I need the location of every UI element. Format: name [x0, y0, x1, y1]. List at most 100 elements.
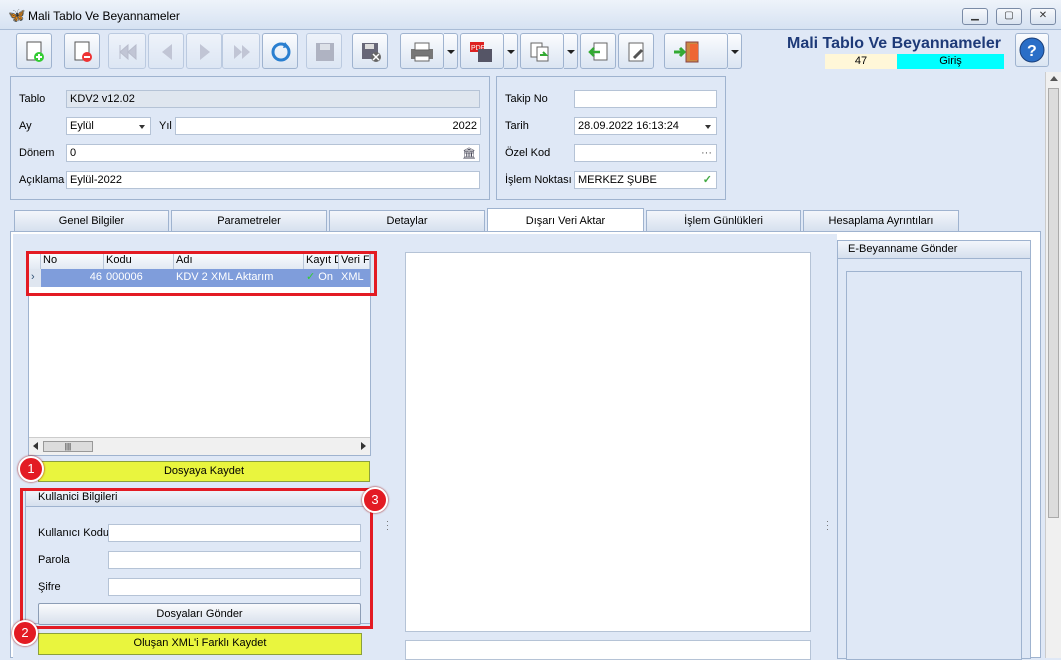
print-button[interactable] [400, 33, 444, 69]
tarih-value: 28.09.2022 16:13:24 [578, 120, 679, 132]
ay-value: Eylül [70, 120, 94, 132]
ozel-field[interactable]: ··· [574, 144, 717, 162]
scroll-left-icon[interactable] [33, 442, 38, 450]
preview-pane [395, 234, 831, 660]
grid-horizontal-scrollbar[interactable]: ||| [29, 437, 370, 455]
tab-disari-veri-aktar[interactable]: Dışarı Veri Aktar [487, 208, 644, 232]
import-button[interactable] [580, 33, 616, 69]
tarih-field[interactable]: 28.09.2022 16:13:24 [574, 117, 717, 135]
export-pdf-dropdown[interactable] [504, 33, 518, 69]
yil-field[interactable]: 2022 [175, 117, 481, 135]
tab-genel-bilgiler[interactable]: Genel Bilgiler [14, 210, 169, 231]
tablo-field: KDV2 v12.02 [66, 90, 480, 108]
takip-label: Takip No [505, 93, 548, 105]
maximize-button[interactable]: ▢ [996, 8, 1022, 25]
wrench-document-icon [628, 42, 644, 62]
cancel-save-button[interactable] [352, 33, 388, 69]
refresh-button[interactable] [262, 33, 298, 69]
new-document-button[interactable] [16, 33, 52, 69]
xml-preview-footer [405, 640, 811, 660]
aciklama-label: Açıklama [19, 174, 65, 186]
tarih-label: Tarih [505, 120, 529, 132]
splitter-grip-icon: · · · [386, 516, 389, 534]
close-button[interactable]: ✕ [1030, 8, 1056, 25]
refresh-icon [271, 42, 291, 62]
aciklama-field[interactable]: Eylül-2022 [66, 171, 480, 189]
help-icon: ? [1019, 37, 1045, 63]
donem-value: 0 [70, 147, 77, 159]
e-beyanname-title: E-Beyanname Gönder [838, 241, 1030, 259]
main-scrollbar[interactable] [1045, 72, 1061, 658]
islem-field[interactable]: MERKEZ ŞUBE ✓ [574, 171, 717, 189]
next-record-button[interactable] [186, 33, 222, 69]
bank-icon[interactable]: 🏛 [462, 146, 476, 161]
export-list-pane: No Kodu Adı Kayıt D Veri F › 46 000006 K… [13, 234, 385, 659]
yil-label: Yıl [159, 120, 172, 132]
tab-parametreler[interactable]: Parametreler [171, 210, 327, 231]
chevron-down-icon [705, 125, 711, 129]
settings-button[interactable] [618, 33, 654, 69]
tab-hesaplama-ayrintilari[interactable]: Hesaplama Ayrıntıları [803, 210, 959, 231]
e-beyanname-group: E-Beyanname Gönder [837, 240, 1031, 660]
cancel-save-icon [362, 43, 381, 62]
page-title: Mali Tablo Ve Beyannameler [786, 35, 1001, 52]
copy-button[interactable] [520, 33, 564, 69]
takip-field[interactable] [574, 90, 717, 108]
copy-dropdown[interactable] [564, 33, 578, 69]
ay-select[interactable]: Eylül [66, 117, 151, 135]
copy-icon [530, 42, 549, 62]
islem-label: İşlem Noktası [505, 174, 572, 186]
header-form-panel: Tablo KDV2 v12.02 Ay Eylül Yıl 2022 Döne… [10, 76, 490, 200]
last-record-icon [234, 45, 250, 59]
delete-document-button[interactable] [64, 33, 100, 69]
import-icon [588, 42, 608, 61]
scroll-thumb[interactable]: ||| [43, 441, 93, 452]
splitter-left[interactable]: · · · [385, 234, 395, 659]
exit-door-icon [674, 41, 699, 63]
first-record-button[interactable] [108, 33, 146, 69]
donem-label: Dönem [19, 147, 55, 159]
printer-icon [411, 42, 433, 62]
window-title: Mali Tablo Ve Beyannameler [28, 9, 180, 23]
donem-field[interactable]: 0 🏛 [66, 144, 480, 162]
scroll-up-icon [1050, 76, 1058, 81]
record-number: 47 [825, 54, 897, 69]
export-pdf-button[interactable]: PDF [460, 33, 504, 69]
highlight-box-kullanici [20, 488, 373, 629]
tracking-form-panel: Takip No Tarih 28.09.2022 16:13:24 Özel … [496, 76, 726, 200]
butterfly-icon: 🦋 [8, 7, 26, 23]
ellipsis-icon[interactable]: ··· [701, 145, 712, 161]
highlight-box-grid [26, 251, 377, 296]
delete-document-icon [74, 41, 92, 62]
exit-button[interactable] [664, 33, 728, 69]
help-button[interactable]: ? [1015, 33, 1049, 67]
tab-content: No Kodu Adı Kayıt D Veri F › 46 000006 K… [10, 231, 1041, 660]
splitter-right[interactable]: · · · [823, 234, 837, 659]
save-button[interactable] [306, 33, 342, 69]
xml-preview [405, 252, 811, 632]
minimize-button[interactable]: ▁ [962, 8, 988, 25]
next-record-icon [200, 44, 210, 60]
tab-islem-gunlukleri[interactable]: İşlem Günlükleri [646, 210, 801, 231]
previous-record-icon [162, 44, 172, 60]
exit-dropdown[interactable] [728, 33, 742, 69]
ozel-label: Özel Kod [505, 147, 551, 159]
ay-label: Ay [19, 120, 32, 132]
tablo-label: Tablo [19, 93, 46, 105]
tab-detaylar[interactable]: Detaylar [329, 210, 485, 231]
pdf-icon: PDF [470, 42, 492, 62]
check-icon: ✓ [702, 174, 712, 186]
first-record-icon [119, 43, 137, 61]
annotation-badge-2: 2 [12, 620, 38, 646]
print-dropdown[interactable] [444, 33, 458, 69]
last-record-button[interactable] [222, 33, 260, 69]
scroll-right-icon[interactable] [361, 442, 366, 450]
title-bar: 🦋 Mali Tablo Ve Beyannameler ▁ ▢ ✕ [0, 0, 1061, 30]
svg-text:?: ? [1027, 43, 1037, 60]
previous-record-button[interactable] [148, 33, 184, 69]
annotation-badge-3: 3 [362, 487, 388, 513]
scroll-thumb[interactable] [1048, 88, 1059, 518]
dosyaya-kaydet-button[interactable]: Dosyaya Kaydet [38, 461, 370, 482]
islem-value: MERKEZ ŞUBE [578, 174, 657, 186]
farkli-kaydet-button[interactable]: Oluşan XML'i Farklı Kaydet [38, 633, 362, 655]
